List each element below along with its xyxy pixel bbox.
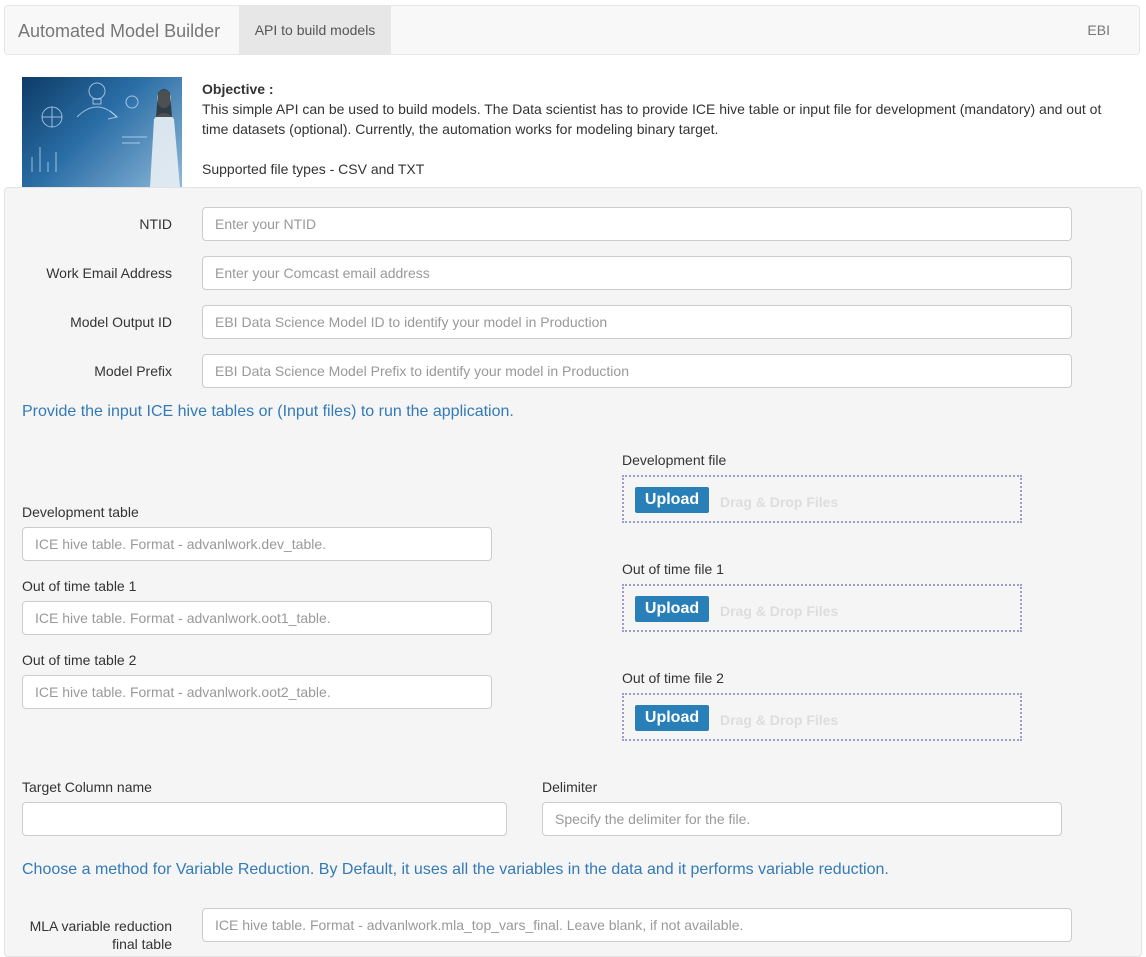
delimiter-label: Delimiter xyxy=(542,779,598,795)
form-panel xyxy=(4,187,1142,957)
dev-file-dropzone[interactable]: Upload Drag & Drop Files xyxy=(622,475,1022,523)
oot1-table-input[interactable] xyxy=(22,601,492,635)
supported-file-types: Supported file types - CSV and TXT xyxy=(202,161,425,177)
dev-file-label: Development file xyxy=(622,452,727,468)
email-field[interactable] xyxy=(202,256,1072,290)
objective-body: This simple API can be used to build mod… xyxy=(202,101,1102,137)
oot1-file-dropzone[interactable]: Upload Drag & Drop Files xyxy=(622,584,1022,632)
hero-illustration xyxy=(31,82,180,187)
top-navbar: Automated Model Builder API to build mod… xyxy=(4,5,1140,55)
oot1-file-drop-hint: Drag & Drop Files xyxy=(720,603,839,619)
target-column-label: Target Column name xyxy=(22,779,152,795)
objective-block: Objective : This simple API can be used … xyxy=(202,79,1122,179)
oot2-table-label: Out of time table 2 xyxy=(22,652,137,668)
delimiter-input[interactable] xyxy=(542,802,1062,836)
model-prefix-input[interactable] xyxy=(202,354,1072,388)
target-column-input[interactable] xyxy=(22,802,507,836)
oot2-file-drop-hint: Drag & Drop Files xyxy=(720,712,839,728)
oot2-file-label: Out of time file 2 xyxy=(622,670,724,686)
objective-title: Objective : xyxy=(202,81,274,97)
model-output-id-label: Model Output ID xyxy=(70,314,172,330)
model-output-id-input[interactable] xyxy=(202,305,1072,339)
oot2-file-dropzone[interactable]: Upload Drag & Drop Files xyxy=(622,693,1022,741)
reduction-section-heading: Choose a method for Variable Reduction. … xyxy=(22,861,889,878)
dev-file-drop-hint: Drag & Drop Files xyxy=(720,494,839,510)
oot2-file-upload-button[interactable]: Upload xyxy=(635,705,709,731)
tab-api-build-models[interactable]: API to build models xyxy=(239,6,391,54)
dev-table-input[interactable] xyxy=(22,527,492,561)
app-brand[interactable]: Automated Model Builder xyxy=(18,21,220,42)
mla-reduction-label: MLA variable reduction final table xyxy=(29,918,172,952)
oot2-table-input[interactable] xyxy=(22,675,492,709)
ntid-input[interactable] xyxy=(202,207,1072,241)
oot1-file-upload-button[interactable]: Upload xyxy=(635,596,709,622)
email-label: Work Email Address xyxy=(46,265,172,281)
dev-table-label: Development table xyxy=(22,504,139,520)
objective-hero-image xyxy=(22,77,182,187)
nav-link-ebi[interactable]: EBI xyxy=(1087,22,1110,38)
mla-reduction-input[interactable] xyxy=(202,908,1072,942)
dev-file-upload-button[interactable]: Upload xyxy=(635,487,709,513)
oot1-file-label: Out of time file 1 xyxy=(622,561,724,577)
model-prefix-label: Model Prefix xyxy=(94,363,172,379)
input-section-heading: Provide the input ICE hive tables or (In… xyxy=(22,403,514,420)
oot1-table-label: Out of time table 1 xyxy=(22,578,137,594)
ntid-label: NTID xyxy=(139,216,172,232)
